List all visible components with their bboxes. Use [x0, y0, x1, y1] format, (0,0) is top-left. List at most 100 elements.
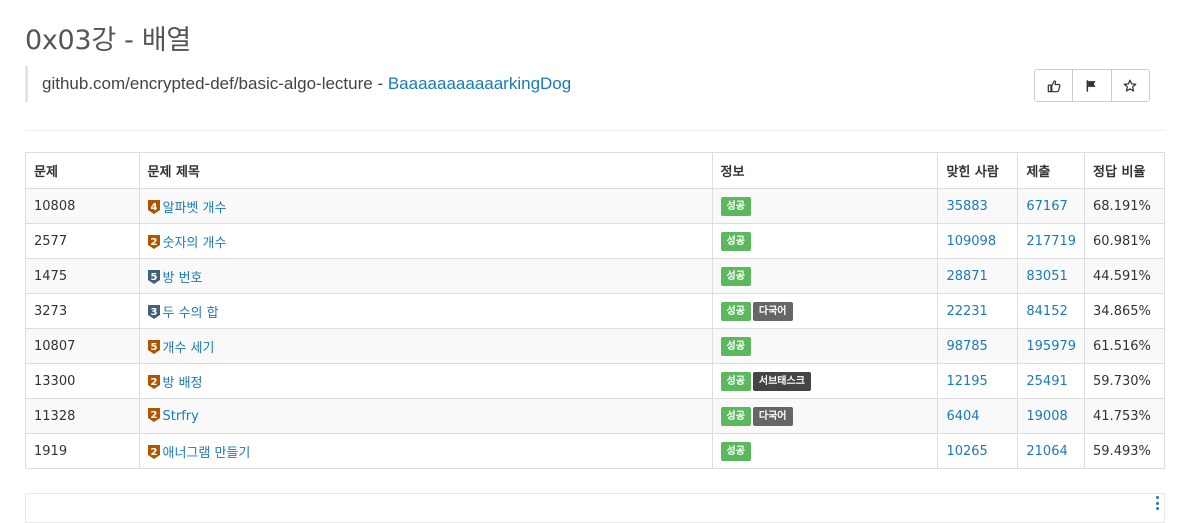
submission-count-link[interactable]: 19008 — [1026, 409, 1067, 424]
problem-info-cell: 성공 — [711, 328, 939, 364]
favorite-button[interactable] — [1111, 70, 1149, 101]
tag-badge: 서브태스크 — [752, 371, 811, 391]
submission-count-link[interactable]: 21064 — [1026, 444, 1067, 459]
accept-ratio: 44.591% — [1084, 258, 1165, 294]
submission-count-link-cell: 67167 — [1017, 188, 1086, 224]
submission-count-link[interactable]: 217719 — [1026, 234, 1076, 249]
problem-title-cell: 2 방 배정 — [138, 363, 713, 399]
like-button[interactable] — [1035, 70, 1074, 101]
submission-count-link[interactable]: 25491 — [1026, 374, 1067, 389]
accept-ratio: 41.753% — [1084, 398, 1165, 434]
svg-text:5: 5 — [150, 272, 157, 283]
submission-count-link-cell: 217719 — [1017, 223, 1086, 259]
submission-count-link-cell: 84152 — [1017, 293, 1086, 329]
solved-count-link-cell: 35883 — [937, 188, 1019, 224]
solved-count-link-cell: 98785 — [937, 328, 1019, 364]
svg-text:3: 3 — [150, 307, 157, 318]
report-button[interactable] — [1073, 70, 1112, 101]
table-row: 10808 4 알파벳 개수 성공 35883 67167 68.191% — [25, 188, 1165, 224]
column-header-id: 문제 — [25, 152, 140, 189]
author-link[interactable]: BaaaaaaaaaaarkingDog — [388, 74, 571, 93]
submission-count-link[interactable]: 67167 — [1026, 199, 1067, 214]
problem-title-link[interactable]: 애너그램 만들기 — [163, 446, 251, 461]
solved-count-link[interactable]: 109098 — [946, 234, 996, 249]
solved-count-link[interactable]: 22231 — [946, 304, 987, 319]
table-row: 11328 2 Strfry 성공 다국어 6404 19008 41.753% — [25, 398, 1165, 434]
problem-id: 2577 — [25, 223, 140, 259]
next-section-panel — [25, 493, 1165, 523]
accept-ratio: 68.191% — [1084, 188, 1165, 224]
column-header-solved: 맞힌 사람 — [937, 152, 1019, 189]
solved-count-link[interactable]: 98785 — [946, 339, 987, 354]
status-badge: 성공 — [720, 441, 751, 461]
solved-count-link-cell: 109098 — [937, 223, 1019, 259]
problem-title-link[interactable]: 알파벳 개수 — [163, 201, 227, 216]
problem-id: 1919 — [25, 433, 140, 469]
page-title: 0x03강 - 배열 — [25, 25, 191, 56]
svg-text:5: 5 — [150, 342, 157, 353]
accept-ratio: 60.981% — [1084, 223, 1165, 259]
solved-count-link[interactable]: 10265 — [946, 444, 987, 459]
table-row: 3273 3 두 수의 합 성공 다국어 22231 84152 34.865% — [25, 293, 1165, 329]
problem-info-cell: 성공 — [711, 433, 939, 469]
tier-badge-icon: 2 — [147, 444, 160, 459]
more-options-icon[interactable] — [1154, 496, 1160, 510]
problem-id: 10808 — [25, 188, 140, 224]
submission-count-link[interactable]: 195979 — [1026, 339, 1076, 354]
submission-count-link-cell: 195979 — [1017, 328, 1086, 364]
table-row: 2577 2 숫자의 개수 성공 109098 217719 60.981% — [25, 223, 1165, 259]
header-divider — [25, 130, 1165, 131]
accept-ratio: 59.730% — [1084, 363, 1165, 399]
problem-info-cell: 성공 — [711, 223, 939, 259]
problem-info-cell: 성공 — [711, 188, 939, 224]
svg-text:2: 2 — [150, 410, 157, 421]
star-icon — [1123, 79, 1137, 92]
source-blockquote: github.com/encrypted-def/basic-algo-lect… — [25, 66, 725, 102]
solved-count-link[interactable]: 28871 — [946, 269, 987, 284]
submission-count-link-cell: 83051 — [1017, 258, 1086, 294]
problem-title-cell: 3 두 수의 합 — [138, 293, 713, 329]
solved-count-link[interactable]: 35883 — [946, 199, 987, 214]
column-header-ratio: 정답 비율 — [1084, 152, 1165, 189]
problem-title-link[interactable]: 방 번호 — [163, 271, 203, 286]
problem-title-link[interactable]: Strfry — [163, 409, 199, 424]
solved-count-link[interactable]: 6404 — [946, 409, 979, 424]
problem-title-link[interactable]: 방 배정 — [163, 376, 203, 391]
submission-count-link[interactable]: 83051 — [1026, 269, 1067, 284]
table-row: 1919 2 애너그램 만들기 성공 10265 21064 59.493% — [25, 433, 1165, 469]
problem-id: 3273 — [25, 293, 140, 329]
submission-count-link-cell: 19008 — [1017, 398, 1086, 434]
problem-title-link[interactable]: 두 수의 합 — [163, 306, 219, 321]
problem-title-cell: 5 개수 세기 — [138, 328, 713, 364]
problem-title-cell: 4 알파벳 개수 — [138, 188, 713, 224]
problem-id: 10807 — [25, 328, 140, 364]
table-row: 10807 5 개수 세기 성공 98785 195979 61.516% — [25, 328, 1165, 364]
solved-count-link[interactable]: 12195 — [946, 374, 987, 389]
problem-title-link[interactable]: 숫자의 개수 — [163, 236, 227, 251]
tier-badge-icon: 5 — [147, 269, 160, 284]
problem-id: 1475 — [25, 258, 140, 294]
status-badge: 성공 — [720, 371, 751, 391]
table-header-row: 문제 문제 제목 정보 맞힌 사람 제출 정답 비율 — [25, 152, 1165, 189]
table-row: 13300 2 방 배정 성공 서브태스크 12195 25491 59.730% — [25, 363, 1165, 399]
column-header-submissions: 제출 — [1017, 152, 1086, 189]
tier-badge-icon: 2 — [147, 234, 160, 249]
action-button-group — [1034, 69, 1150, 102]
status-badge: 성공 — [720, 196, 751, 216]
svg-text:2: 2 — [150, 237, 157, 248]
solved-count-link-cell: 22231 — [937, 293, 1019, 329]
column-header-info: 정보 — [711, 152, 939, 189]
tier-badge-icon: 3 — [147, 304, 160, 319]
flag-icon — [1087, 79, 1097, 92]
tier-badge-icon: 2 — [147, 374, 160, 389]
submission-count-link-cell: 25491 — [1017, 363, 1086, 399]
submission-count-link[interactable]: 84152 — [1026, 304, 1067, 319]
problem-info-cell: 성공 다국어 — [711, 293, 939, 329]
status-badge: 성공 — [720, 406, 751, 426]
problem-title-link[interactable]: 개수 세기 — [163, 341, 215, 356]
svg-text:2: 2 — [150, 377, 157, 388]
status-badge: 성공 — [720, 336, 751, 356]
problem-title-cell: 5 방 번호 — [138, 258, 713, 294]
table-row: 1475 5 방 번호 성공 28871 83051 44.591% — [25, 258, 1165, 294]
submission-count-link-cell: 21064 — [1017, 433, 1086, 469]
